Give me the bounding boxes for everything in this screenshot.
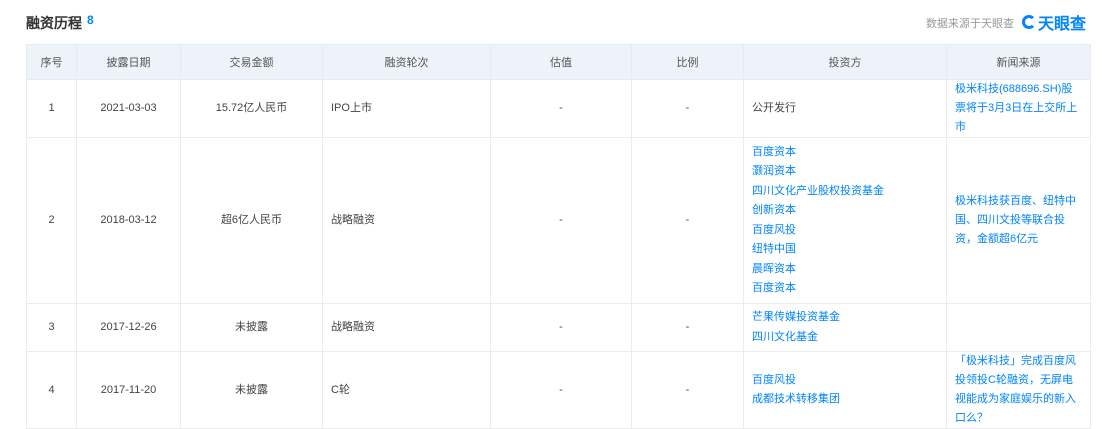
investor-name: 公开发行 (752, 101, 796, 114)
table-row: 1 2021-03-03 15.72亿人民币 IPO上市 - - 公开发行 极米… (26, 79, 1091, 138)
brand-logo[interactable]: 天眼查 (1022, 10, 1086, 34)
investor-link[interactable]: 四川文化产业股权投资基金 (752, 182, 938, 202)
column-header: 融资轮次 (322, 44, 491, 80)
section-header: 融资历程 8 数据来源于天眼查 天眼查 (0, 0, 1106, 44)
cell-date: 2018-03-12 (76, 137, 181, 304)
table-row: 3 2017-12-26 未披露 战略融资 - - 芒果传媒投资基金 四川文化基… (26, 303, 1091, 352)
cell-date: 2017-12-26 (76, 303, 181, 352)
news-link[interactable]: 极米科技(688696.SH)股票将于3月3日在上交所上市 (955, 83, 1077, 133)
cell-amount: 15.72亿人民币 (180, 79, 323, 138)
table-row: 2 2018-03-12 超6亿人民币 战略融资 - - 百度资本 灏润资本 四… (26, 137, 1091, 304)
cell-round: C轮 (322, 351, 491, 429)
cell-news: 「极米科技」完成百度风投领投C轮融资，无屏电视能成为家庭娱乐的新入口么？ (946, 351, 1091, 429)
cell-ratio: - (631, 303, 744, 352)
record-count-badge: 8 (87, 13, 94, 27)
cell-date: 2017-11-20 (76, 351, 181, 429)
cell-round: 战略融资 (322, 137, 491, 304)
investor-link[interactable]: 成都技术转移集团 (752, 390, 938, 410)
table-header-row: 序号 披露日期 交易金额 融资轮次 估值 比例 投资方 新闻来源 (26, 44, 1091, 80)
investor-link[interactable]: 晨晖资本 (752, 260, 938, 280)
cell-valuation: - (490, 351, 632, 429)
investor-link[interactable]: 纽特中国 (752, 240, 938, 260)
investor-link[interactable]: 百度资本 (752, 143, 938, 163)
investor-link[interactable]: 创新资本 (752, 201, 938, 221)
cell-index: 2 (26, 137, 77, 304)
logo-icon (1022, 15, 1036, 29)
cell-news: 极米科技(688696.SH)股票将于3月3日在上交所上市 (946, 79, 1091, 138)
cell-amount: 未披露 (180, 351, 323, 429)
cell-index: 1 (26, 79, 77, 138)
data-source-note: 数据来源于天眼查 (926, 18, 1014, 30)
table-row: 4 2017-11-20 未披露 C轮 - - 百度风投 成都技术转移集团 「极… (26, 351, 1091, 429)
cell-valuation: - (490, 79, 632, 138)
cell-news: 极米科技获百度、纽特中国、四川文投等联合投资，金额超6亿元 (946, 137, 1091, 304)
investor-link[interactable]: 灏润资本 (752, 162, 938, 182)
column-header: 交易金额 (180, 44, 323, 80)
cell-investors: 公开发行 (743, 79, 947, 138)
financing-history-table: 序号 披露日期 交易金额 融资轮次 估值 比例 投资方 新闻来源 1 2021-… (26, 44, 1091, 429)
investor-link[interactable]: 百度资本 (752, 279, 938, 299)
column-header: 投资方 (743, 44, 947, 80)
investor-link[interactable]: 百度风投 (752, 371, 938, 391)
cell-valuation: - (490, 303, 632, 352)
cell-round: IPO上市 (322, 79, 491, 138)
cell-news (946, 303, 1091, 352)
cell-ratio: - (631, 351, 744, 429)
cell-date: 2021-03-03 (76, 79, 181, 138)
cell-investors: 芒果传媒投资基金 四川文化基金 (743, 303, 947, 352)
news-link[interactable]: 极米科技获百度、纽特中国、四川文投等联合投资，金额超6亿元 (955, 195, 1076, 245)
column-header: 估值 (490, 44, 632, 80)
cell-ratio: - (631, 79, 744, 138)
column-header: 新闻来源 (946, 44, 1091, 80)
investor-link[interactable]: 芒果传媒投资基金 (752, 308, 938, 328)
cell-investors: 百度风投 成都技术转移集团 (743, 351, 947, 429)
cell-valuation: - (490, 137, 632, 304)
cell-index: 4 (26, 351, 77, 429)
cell-investors: 百度资本 灏润资本 四川文化产业股权投资基金 创新资本 百度风投 纽特中国 晨晖… (743, 137, 947, 304)
cell-amount: 未披露 (180, 303, 323, 352)
column-header: 披露日期 (76, 44, 181, 80)
investor-link[interactable]: 四川文化基金 (752, 328, 938, 348)
news-link[interactable]: 「极米科技」完成百度风投领投C轮融资，无屏电视能成为家庭娱乐的新入口么？ (955, 355, 1076, 424)
cell-round: 战略融资 (322, 303, 491, 352)
cell-index: 3 (26, 303, 77, 352)
column-header: 序号 (26, 44, 77, 80)
column-header: 比例 (631, 44, 744, 80)
section-title: 融资历程 (26, 15, 82, 31)
logo-text: 天眼查 (1038, 16, 1087, 33)
cell-ratio: - (631, 137, 744, 304)
cell-amount: 超6亿人民币 (180, 137, 323, 304)
investor-link[interactable]: 百度风投 (752, 221, 938, 241)
